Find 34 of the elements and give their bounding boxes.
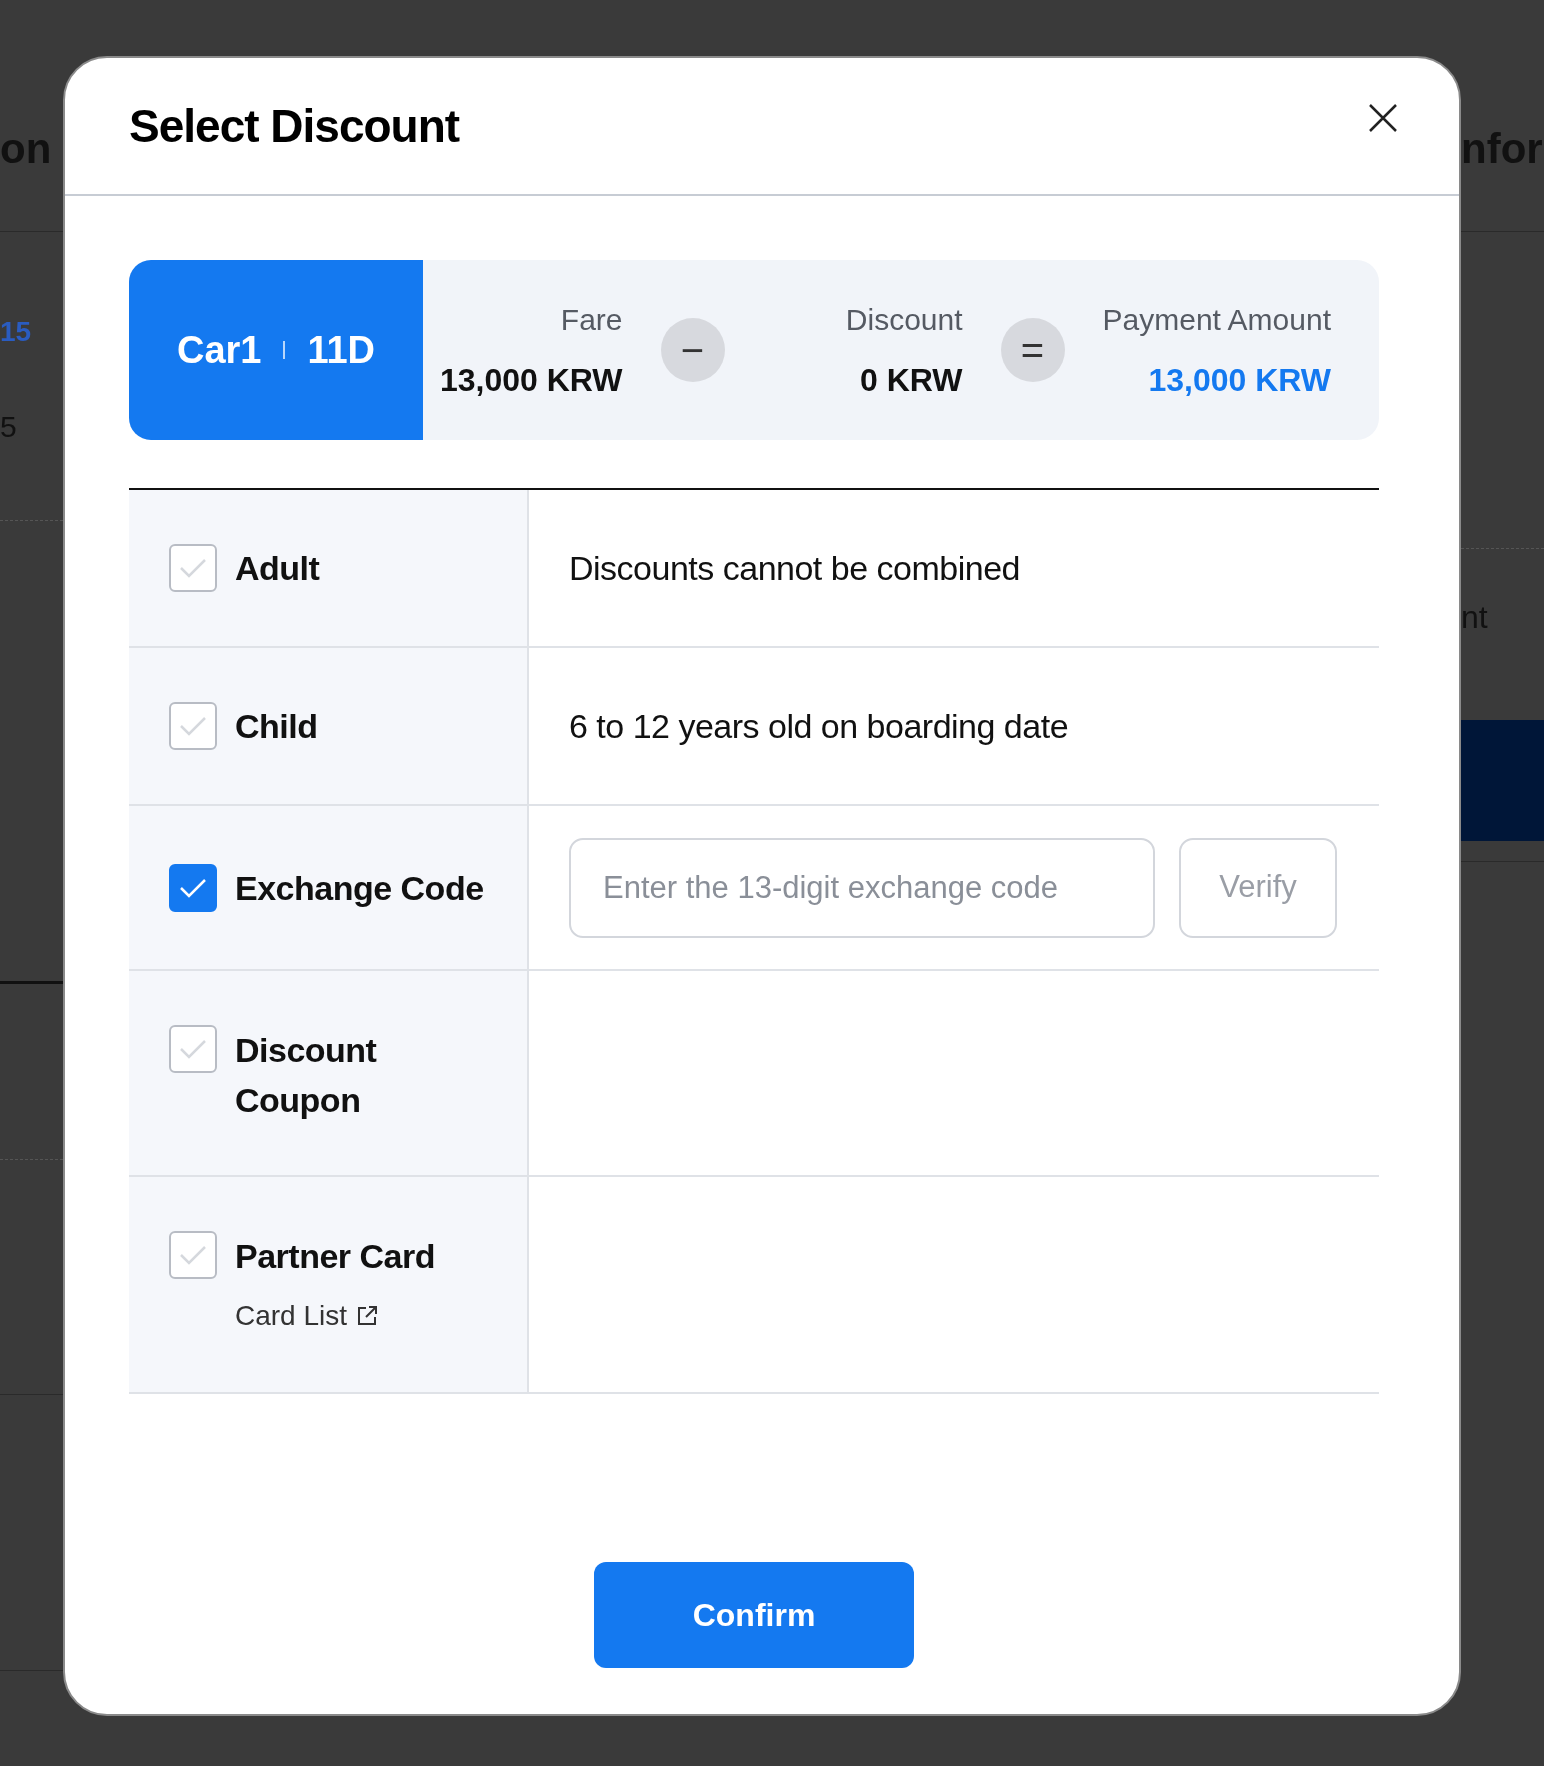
check-icon <box>178 714 208 738</box>
check-icon <box>178 556 208 580</box>
checkbox[interactable] <box>169 544 217 592</box>
option-label: Exchange Code <box>235 867 485 909</box>
equals-sign: = <box>1000 318 1065 382</box>
minus-sign: − <box>660 318 725 382</box>
car-number: Car1 <box>176 327 262 373</box>
option-label: Child <box>235 706 319 747</box>
text-fragment: 15 <box>0 318 33 346</box>
external-link-icon <box>355 1304 380 1328</box>
card-list-link[interactable]: Card List <box>235 1295 485 1337</box>
confirm-button[interactable]: Confirm <box>594 1562 914 1668</box>
option-description: 6 to 12 years old on boarding date <box>569 705 1069 747</box>
checkbox[interactable] <box>169 863 217 912</box>
close-icon <box>1368 103 1398 133</box>
exchange-code-field[interactable]: Enter the 13-digit exchange code <box>569 837 1155 938</box>
check-icon <box>178 1243 208 1267</box>
payment-amount: 13,000 KRW <box>1148 360 1331 400</box>
checkbox[interactable] <box>169 1231 217 1279</box>
option-label: Discount Coupon <box>235 1030 378 1121</box>
fare-label: Fare <box>560 301 623 338</box>
dialog-title: Select Discount <box>129 98 460 154</box>
fare-amount: 13,000 KRW <box>439 360 623 400</box>
option-label: Partner Card <box>235 1236 436 1277</box>
checkbox[interactable] <box>169 702 217 750</box>
payment-label: Payment Amount <box>1102 301 1331 338</box>
checkbox[interactable] <box>169 1025 217 1073</box>
discount-label: Discount <box>845 301 963 338</box>
verify-button[interactable]: Verify <box>1179 837 1337 938</box>
option-description: Discounts cannot be combined <box>569 547 1020 589</box>
check-icon <box>178 1037 208 1061</box>
option-label: Adult <box>235 548 321 589</box>
discount-amount: 0 KRW <box>860 360 963 400</box>
seat-number: 11D <box>307 327 376 373</box>
